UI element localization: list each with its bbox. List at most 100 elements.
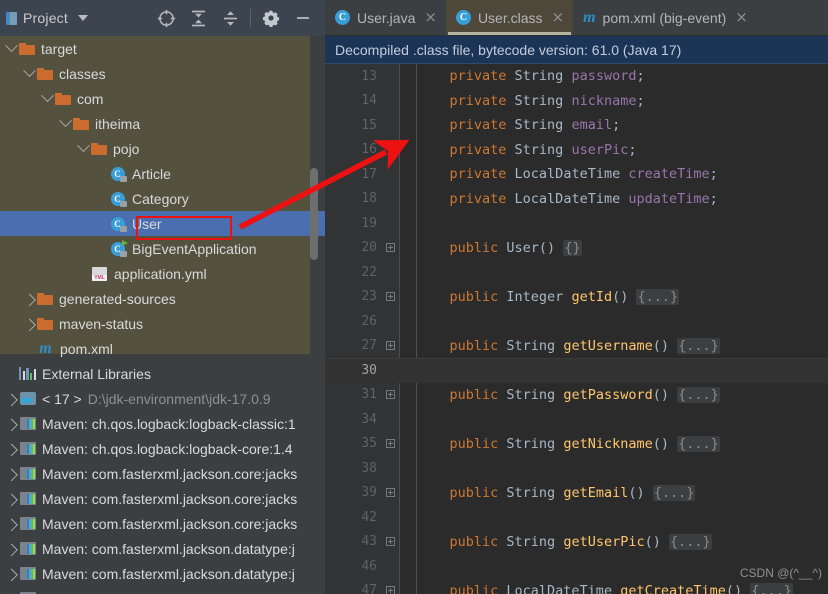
tab-user-java[interactable]: C User.java × — [325, 0, 446, 35]
chevron-right-icon[interactable] — [4, 518, 19, 532]
code-line[interactable]: 42 — [325, 505, 828, 530]
chevron-down-icon[interactable] — [40, 89, 55, 103]
folder-icon — [55, 92, 71, 105]
run-arrow-icon — [122, 239, 128, 246]
tree-node-classes[interactable]: classes — [0, 61, 325, 86]
code-line[interactable]: 14 private String nickname; — [325, 89, 828, 114]
code-line[interactable]: 22 — [325, 260, 828, 285]
code-line[interactable]: 19 — [325, 211, 828, 236]
tab-user-class[interactable]: C User.class × — [445, 0, 574, 35]
close-icon[interactable]: × — [552, 10, 565, 25]
tree-node-maven-com-fasterxml-jackson-datatype-j[interactable]: Maven: com.fasterxml.jackson.datatype:j — [0, 536, 325, 561]
fold-expand-icon[interactable] — [381, 586, 399, 594]
code-token-k: public — [417, 435, 507, 452]
tree-node-category[interactable]: C Category — [0, 186, 325, 211]
code-token-k: private — [417, 190, 515, 207]
tree-node-pom-xml[interactable]: m pom.xml — [0, 336, 325, 361]
chevron-right-icon[interactable] — [4, 393, 19, 407]
code-line[interactable]: 43 public String getUserPic() {...} — [325, 530, 828, 555]
close-icon[interactable]: × — [424, 10, 437, 25]
code-text: public String getUserPic() {...} — [399, 533, 712, 550]
chevron-right-icon[interactable] — [4, 418, 19, 432]
hide-panel-icon[interactable] — [287, 3, 319, 33]
code-line[interactable]: 23 public Integer getId() {...} — [325, 285, 828, 310]
tree-node-maven-status[interactable]: maven-status — [0, 311, 325, 336]
tree-node-maven-ch-qos-logback-logback-core-1-4[interactable]: Maven: ch.qos.logback:logback-core:1.4 — [0, 436, 325, 461]
code-line[interactable]: 30 — [325, 358, 828, 383]
chevron-down-icon[interactable] — [58, 114, 73, 128]
tree-node-com[interactable]: com — [0, 86, 325, 111]
tree-node-maven-com-fasterxml-jackson-core-jacks[interactable]: Maven: com.fasterxml.jackson.core:jacks — [0, 511, 325, 536]
tree-node-user[interactable]: C User — [0, 211, 325, 236]
chevron-down-icon[interactable] — [77, 15, 88, 21]
expand-all-icon[interactable] — [182, 3, 214, 33]
project-tree: target classes com itheima pojo C Article C Cate… — [0, 36, 325, 594]
chevron-right-icon[interactable] — [4, 568, 19, 582]
fold-expand-icon[interactable] — [381, 390, 399, 400]
main-body: target classes com itheima pojo C Article C Cate… — [0, 36, 828, 594]
code-viewport[interactable]: 13 private String password; 14 private St… — [325, 64, 828, 594]
code-line[interactable]: 13 private String password; — [325, 64, 828, 89]
chevron-down-icon[interactable] — [22, 64, 37, 78]
code-token-ph: {...} — [677, 337, 720, 354]
tree-node-maven-com-fasterxml-jackson-module-j[interactable]: Maven: com.fasterxml.jackson.module:j — [0, 586, 325, 594]
code-line[interactable]: 26 — [325, 309, 828, 334]
tree-node-itheima[interactable]: itheima — [0, 111, 325, 136]
tree-node-maven-com-fasterxml-jackson-core-jacks[interactable]: Maven: com.fasterxml.jackson.core:jacks — [0, 486, 325, 511]
code-line[interactable]: 35 public String getNickname() {...} — [325, 432, 828, 457]
code-line[interactable]: 27 public String getUsername() {...} — [325, 334, 828, 359]
code-line[interactable]: 31 public String getPassword() {...} — [325, 383, 828, 408]
line-number: 47 — [361, 583, 377, 594]
chevron-right-icon[interactable] — [22, 293, 37, 307]
chevron-down-icon[interactable] — [76, 139, 91, 153]
tree-node-maven-com-fasterxml-jackson-core-jacks[interactable]: Maven: com.fasterxml.jackson.core:jacks — [0, 461, 325, 486]
tab-pom-xml[interactable]: m pom.xml (big-event) × — [573, 0, 757, 35]
code-line[interactable]: 16 private String userPic; — [325, 138, 828, 163]
code-line[interactable]: 46 — [325, 554, 828, 579]
chevron-right-icon[interactable] — [22, 318, 37, 332]
intellij-idea-window: Project C User.java × C User.class × m p… — [0, 0, 828, 594]
fold-expand-icon[interactable] — [381, 488, 399, 498]
code-line[interactable]: 20 public User() {} — [325, 236, 828, 261]
code-line[interactable]: 39 public String getEmail() {...} — [325, 481, 828, 506]
fold-expand-icon[interactable] — [381, 439, 399, 449]
code-line[interactable]: 17 private LocalDateTime createTime; — [325, 162, 828, 187]
code-line[interactable]: 38 — [325, 456, 828, 481]
select-opened-file-icon[interactable] — [150, 3, 182, 33]
tree-node-maven-com-fasterxml-jackson-datatype-j[interactable]: Maven: com.fasterxml.jackson.datatype:j — [0, 561, 325, 586]
code-token-f: updateTime — [628, 190, 710, 207]
tree-node-external-libraries[interactable]: External Libraries — [0, 361, 325, 386]
tree-node-label: Maven: com.fasterxml.jackson.core:jacks — [42, 515, 298, 532]
code-line[interactable]: 18 private LocalDateTime updateTime; — [325, 187, 828, 212]
line-number: 17 — [361, 166, 377, 182]
tree-node-bigeventapplication[interactable]: C BigEventApplication — [0, 236, 325, 261]
tree-node-pojo[interactable]: pojo — [0, 136, 325, 161]
chevron-down-icon[interactable] — [4, 39, 19, 53]
class-file-icon: C — [109, 166, 127, 182]
tree-node-target[interactable]: target — [0, 36, 325, 61]
settings-gear-icon[interactable] — [255, 3, 287, 33]
decompiled-notice-text: Decompiled .class file, bytecode version… — [335, 41, 682, 58]
tree-node-17[interactable]: < 17 > D:\jdk-environment\jdk-17.0.9 — [0, 386, 325, 411]
collapse-all-icon[interactable] — [214, 3, 246, 33]
fold-expand-icon[interactable] — [381, 537, 399, 547]
tree-node-article[interactable]: C Article — [0, 161, 325, 186]
chevron-right-icon[interactable] — [4, 468, 19, 482]
fold-expand-icon[interactable] — [381, 243, 399, 253]
close-icon[interactable]: × — [735, 10, 748, 25]
fold-expand-icon[interactable] — [381, 341, 399, 351]
sidebar-scrollbar[interactable] — [310, 168, 318, 260]
line-number: 27 — [361, 338, 377, 354]
fold-expand-icon[interactable] — [381, 292, 399, 302]
code-line[interactable]: 47 public LocalDateTime getCreateTime() … — [325, 579, 828, 594]
project-panel-title: Project — [23, 10, 68, 26]
tree-node-application-yml[interactable]: application.yml — [0, 261, 325, 286]
chevron-right-icon[interactable] — [4, 543, 19, 557]
project-panel-title-group[interactable]: Project — [6, 10, 88, 26]
tree-node-maven-ch-qos-logback-logback-classic-1[interactable]: Maven: ch.qos.logback:logback-classic:1 — [0, 411, 325, 436]
code-line[interactable]: 15 private String email; — [325, 113, 828, 138]
tree-node-generated-sources[interactable]: generated-sources — [0, 286, 325, 311]
chevron-right-icon[interactable] — [4, 443, 19, 457]
chevron-right-icon[interactable] — [4, 493, 19, 507]
code-line[interactable]: 34 — [325, 407, 828, 432]
